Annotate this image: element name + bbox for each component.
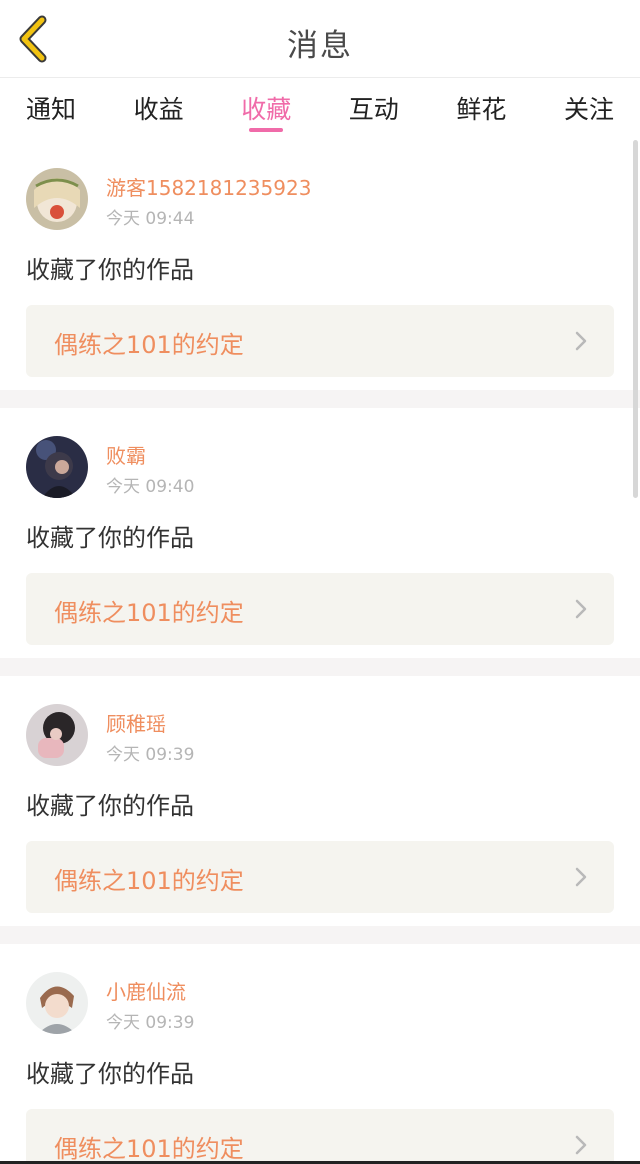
work-title: 偶练之101的约定 bbox=[54, 331, 244, 359]
work-link[interactable]: 偶练之101的约定 bbox=[26, 1109, 614, 1164]
username[interactable]: 顾稚瑶 bbox=[106, 708, 166, 737]
avatar[interactable] bbox=[26, 436, 88, 498]
tab-notify[interactable]: 通知 bbox=[26, 78, 76, 140]
tab-follow[interactable]: 关注 bbox=[564, 78, 614, 140]
timestamp: 今天 09:40 bbox=[106, 477, 195, 497]
timestamp: 今天 09:44 bbox=[106, 209, 195, 229]
username[interactable]: 小鹿仙流 bbox=[106, 976, 186, 1005]
work-link[interactable]: 偶练之101的约定 bbox=[26, 573, 614, 645]
user-row: 小鹿仙流 今天 09:39 bbox=[26, 972, 614, 1034]
avatar[interactable] bbox=[26, 972, 88, 1034]
chevron-right-icon bbox=[575, 867, 587, 887]
timestamp: 今天 09:39 bbox=[106, 1013, 195, 1033]
action-text: 收藏了你的作品 bbox=[26, 1060, 194, 1088]
avatar[interactable] bbox=[26, 704, 88, 766]
username[interactable]: 游客1582181235923 bbox=[106, 172, 311, 201]
avatar[interactable] bbox=[26, 168, 88, 230]
user-row: 败霸 今天 09:40 bbox=[26, 436, 614, 498]
user-row: 游客1582181235923 今天 09:44 bbox=[26, 168, 614, 230]
action-text: 收藏了你的作品 bbox=[26, 792, 194, 820]
header-bar: 消息 bbox=[0, 0, 640, 78]
work-title: 偶练之101的约定 bbox=[54, 599, 244, 627]
app-screen: 消息 通知 收益 收藏 互动 鲜花 关注 游客1582181235923 今天 … bbox=[0, 0, 640, 1164]
chevron-right-icon bbox=[575, 1135, 587, 1155]
tab-income[interactable]: 收益 bbox=[134, 78, 184, 140]
timestamp: 今天 09:39 bbox=[106, 745, 195, 765]
chevron-right-icon bbox=[575, 331, 587, 351]
action-text: 收藏了你的作品 bbox=[26, 256, 194, 284]
tab-flowers[interactable]: 鲜花 bbox=[456, 78, 506, 140]
page-title: 消息 bbox=[287, 28, 353, 64]
tab-interaction[interactable]: 互动 bbox=[349, 78, 399, 140]
scrollbar[interactable] bbox=[633, 140, 638, 498]
user-row: 顾稚瑶 今天 09:39 bbox=[26, 704, 614, 766]
tab-bar: 通知 收益 收藏 互动 鲜花 关注 bbox=[0, 78, 640, 140]
list-item: 顾稚瑶 今天 09:39 收藏了你的作品 偶练之101的约定 bbox=[0, 676, 640, 926]
list-item: 游客1582181235923 今天 09:44 收藏了你的作品 偶练之101的… bbox=[0, 140, 640, 390]
work-title: 偶练之101的约定 bbox=[54, 1135, 244, 1163]
message-list: 游客1582181235923 今天 09:44 收藏了你的作品 偶练之101的… bbox=[0, 140, 640, 1164]
chevron-right-icon bbox=[575, 599, 587, 619]
list-item: 败霸 今天 09:40 收藏了你的作品 偶练之101的约定 bbox=[0, 408, 640, 658]
work-link[interactable]: 偶练之101的约定 bbox=[26, 305, 614, 377]
username[interactable]: 败霸 bbox=[106, 440, 146, 469]
work-link[interactable]: 偶练之101的约定 bbox=[26, 841, 614, 913]
work-title: 偶练之101的约定 bbox=[54, 867, 244, 895]
tab-favorites[interactable]: 收藏 bbox=[241, 78, 291, 140]
action-text: 收藏了你的作品 bbox=[26, 524, 194, 552]
list-item: 小鹿仙流 今天 09:39 收藏了你的作品 偶练之101的约定 bbox=[0, 944, 640, 1164]
